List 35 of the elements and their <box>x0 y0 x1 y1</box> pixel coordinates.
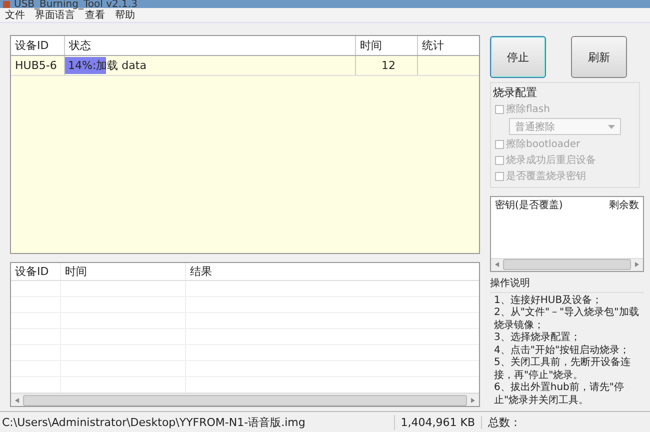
table-cell: 12 <box>356 56 418 75</box>
column-header[interactable]: 时间 <box>61 263 186 280</box>
column-header[interactable]: 统计 <box>418 36 479 55</box>
instructions-title: 操作说明 <box>490 276 531 290</box>
scroll-left-icon[interactable] <box>15 398 19 402</box>
instruction-line: 3、选择烧录配置； <box>494 332 582 344</box>
menu-item[interactable]: 界面语言 <box>35 8 75 22</box>
menu-item[interactable]: 文件 <box>5 8 25 22</box>
instruction-line: 6、拔出外置hub前，请先"停止"烧录并关闭工具。 <box>494 382 625 407</box>
column-header[interactable]: 设备ID <box>11 36 65 55</box>
app-icon <box>3 1 10 8</box>
column-header[interactable]: 设备ID <box>11 263 61 280</box>
scroll-right-icon[interactable] <box>471 398 475 402</box>
instruction-line: 1、连接好HUB及设备； <box>494 294 604 306</box>
column-header[interactable]: 状态 <box>65 36 356 55</box>
group-title: 烧录配置 <box>493 85 538 100</box>
menu-item[interactable]: 帮助 <box>115 8 135 22</box>
menu-item[interactable]: 查看 <box>85 8 105 22</box>
column-header[interactable]: 剩余数 <box>609 198 639 212</box>
action-button[interactable]: 刷新 <box>571 36 627 78</box>
total-label: 总数： <box>487 414 521 430</box>
column-header[interactable]: 密钥(是否覆盖) <box>495 198 563 212</box>
column-header[interactable]: 结果 <box>186 263 479 280</box>
horizontal-scrollbar[interactable] <box>11 393 479 406</box>
file-path: C:\Users\Administrator\Desktop\YYFROM-N1-语音版.img <box>0 414 395 430</box>
column-header[interactable]: 时间 <box>356 36 418 55</box>
scroll-right-icon[interactable] <box>635 262 639 267</box>
file-size: 1,404,961 KB <box>395 416 482 428</box>
horizontal-scrollbar[interactable] <box>491 258 643 270</box>
instruction-line: 5、关闭工具前，先断开设备连接，再"停止"烧录。 <box>494 357 632 382</box>
action-button[interactable]: 停止 <box>490 36 546 78</box>
instruction-line: 2、从"文件"－"导入烧录包"加载烧录镜像； <box>494 307 640 332</box>
dropdown-caret-icon <box>608 124 615 128</box>
instruction-line: 4、点击"开始"按钮启动烧录； <box>494 344 631 356</box>
scroll-left-icon[interactable] <box>495 262 499 267</box>
